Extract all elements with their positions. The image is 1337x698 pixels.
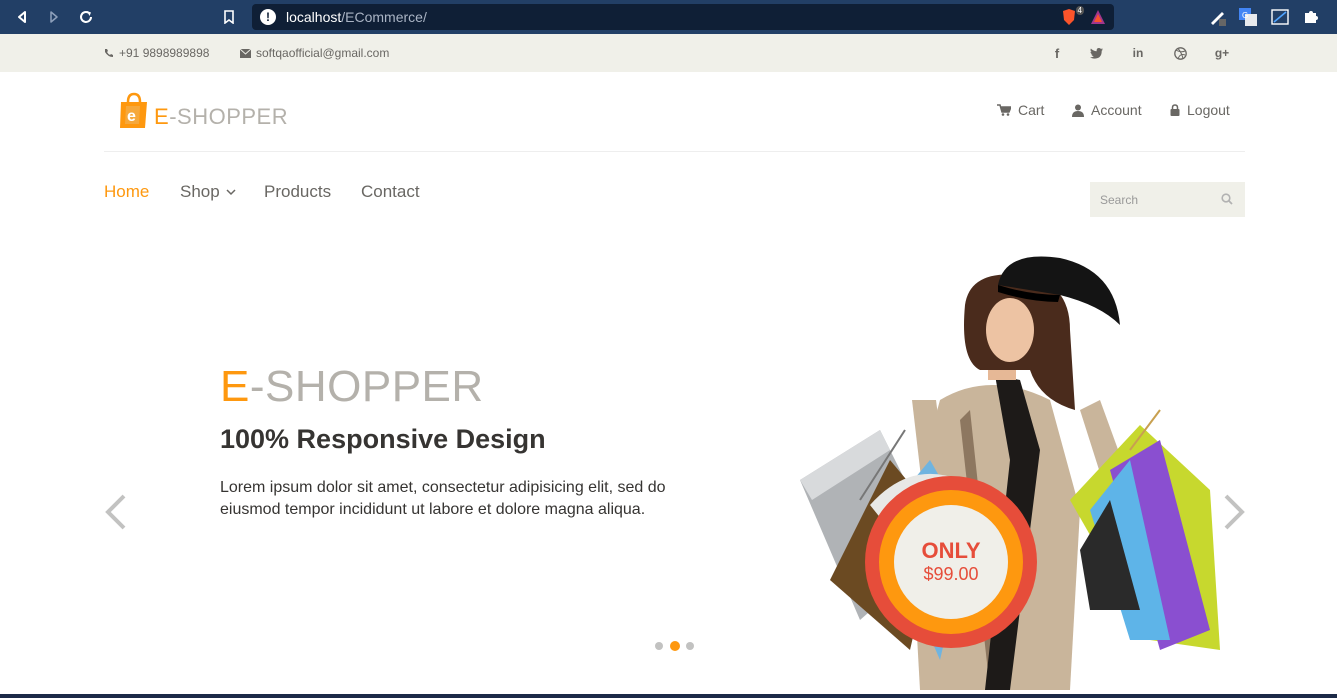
cart-icon xyxy=(997,104,1011,116)
chevron-down-icon xyxy=(226,188,236,195)
price-badge-only: ONLY xyxy=(921,538,981,563)
slide-title: E-SHOPPER xyxy=(220,362,484,412)
logout-label: Logout xyxy=(1187,102,1230,118)
address-bar[interactable]: ! localhost/ECommerce/ 4 xyxy=(252,4,1114,30)
logo-text: E-SHOPPER xyxy=(154,104,288,130)
browser-toolbar: ! localhost/ECommerce/ 4 G xyxy=(0,0,1337,34)
slider-prev-arrow-icon[interactable] xyxy=(104,494,128,535)
pen-extension-icon[interactable] xyxy=(1208,7,1228,27)
logo-text-rest: -SHOPPER xyxy=(169,104,289,129)
forward-icon[interactable] xyxy=(40,0,68,34)
slide-title-rest: -SHOPPER xyxy=(249,362,484,411)
phone-contact: +91 9898989898 xyxy=(104,46,209,60)
facebook-icon[interactable]: f xyxy=(1049,45,1065,61)
translate-extension-icon[interactable]: G xyxy=(1238,7,1258,27)
linkedin-icon[interactable]: in xyxy=(1130,45,1146,61)
email-address: softqaofficial@gmail.com xyxy=(256,46,390,60)
cart-link[interactable]: Cart xyxy=(997,102,1044,118)
cart-label: Cart xyxy=(1018,102,1045,118)
nav-home[interactable]: Home xyxy=(104,182,149,202)
taskbar-edge xyxy=(0,694,1337,698)
nav-contact[interactable]: Contact xyxy=(361,182,420,202)
url-host: localhost xyxy=(286,9,342,25)
reload-icon[interactable] xyxy=(72,0,100,34)
slider-dot-3[interactable] xyxy=(686,642,694,650)
header-divider xyxy=(104,151,1245,152)
svg-text:e: e xyxy=(127,108,136,125)
account-label: Account xyxy=(1091,102,1142,118)
back-icon[interactable] xyxy=(8,0,36,34)
brave-rewards-icon[interactable] xyxy=(1090,9,1106,28)
twitter-icon[interactable] xyxy=(1088,45,1104,61)
brave-shields-icon[interactable]: 4 xyxy=(1060,6,1084,26)
phone-icon xyxy=(105,49,113,57)
price-badge-value: $99.00 xyxy=(923,564,979,584)
lock-icon xyxy=(1170,104,1180,116)
slider-dot-1[interactable] xyxy=(655,642,663,650)
phone-number: +91 9898989898 xyxy=(119,46,210,60)
search-icon[interactable] xyxy=(1221,193,1233,205)
contact-bar: +91 9898989898 softqaofficial@gmail.com … xyxy=(0,34,1337,72)
slide-title-prefix: E xyxy=(220,362,250,411)
search-box xyxy=(1090,182,1245,217)
envelope-icon xyxy=(240,48,251,58)
screenshot-extension-icon[interactable] xyxy=(1270,7,1290,27)
slider-dot-2[interactable] xyxy=(670,641,680,651)
slide-subtitle: 100% Responsive Design xyxy=(220,424,546,454)
url-path: /ECommerce/ xyxy=(341,9,427,25)
account-link[interactable]: Account xyxy=(1072,102,1142,118)
price-badge-ring: ONLY $99.00 xyxy=(879,490,1023,634)
nav-products[interactable]: Products xyxy=(264,182,331,202)
email-contact: softqaofficial@gmail.com xyxy=(240,46,389,60)
nav-shop[interactable]: Shop xyxy=(180,182,236,202)
googleplus-icon[interactable]: g+ xyxy=(1214,45,1230,61)
site-logo[interactable]: e E-SHOPPER xyxy=(118,92,288,130)
user-icon xyxy=(1072,104,1084,117)
slide-text: Lorem ipsum dolor sit amet, consectetur … xyxy=(220,479,666,518)
nav-shop-label: Shop xyxy=(180,182,220,201)
logout-link[interactable]: Logout xyxy=(1170,102,1230,118)
svg-text:G: G xyxy=(1242,11,1248,20)
shopping-bag-logo-icon: e xyxy=(120,92,147,128)
price-badge: ONLY $99.00 xyxy=(865,476,1037,648)
site-info-icon[interactable]: ! xyxy=(260,9,276,25)
extensions-puzzle-icon[interactable] xyxy=(1302,7,1322,27)
price-badge-inner: ONLY $99.00 xyxy=(894,505,1008,619)
bookmark-icon[interactable] xyxy=(215,0,243,34)
shields-count: 4 xyxy=(1075,6,1084,15)
logo-text-prefix: E xyxy=(154,104,170,129)
dribbble-icon[interactable] xyxy=(1172,45,1188,61)
search-input[interactable] xyxy=(1100,192,1210,207)
